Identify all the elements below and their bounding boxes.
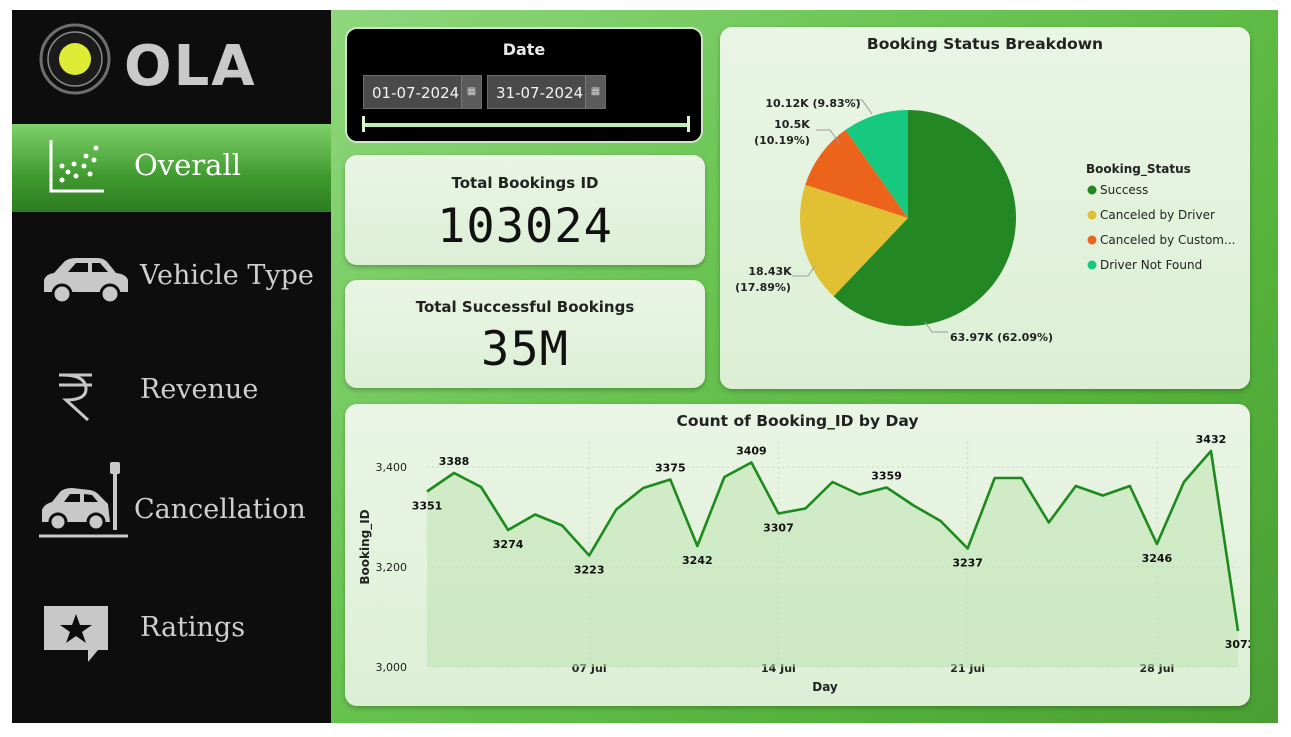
kpi-successful-bookings: Total Successful Bookings 35M xyxy=(345,280,705,388)
nav-overall[interactable]: Overall xyxy=(12,124,331,212)
date-filter-title: Date xyxy=(502,40,546,59)
y-tick-label: 3,400 xyxy=(376,461,408,474)
nav-overall-label: Overall xyxy=(134,148,242,182)
legend-label: Canceled by Custom... xyxy=(1100,233,1235,247)
kpi-successful-title: Total Successful Bookings xyxy=(415,298,635,316)
nav-revenue-label: Revenue xyxy=(140,374,259,405)
dashboard-frame: OLA Overall Vehicle Type Revenue Cancell… xyxy=(12,10,1278,723)
nav-cancellation-label: Cancellation xyxy=(134,494,306,525)
data-label: 3274 xyxy=(493,538,524,551)
data-label: 3359 xyxy=(871,470,902,483)
nav-vehicle-type-label: Vehicle Type xyxy=(140,260,314,291)
legend-marker xyxy=(1087,260,1097,270)
data-label: 3388 xyxy=(439,455,470,468)
calendar-icon[interactable]: ▦ xyxy=(461,76,481,108)
scatter-chart-icon xyxy=(49,140,104,193)
kpi-successful-value: 35M xyxy=(481,322,569,377)
y-tick-label: 3,200 xyxy=(376,561,408,574)
y-tick-label: 3,000 xyxy=(376,661,408,674)
legend-title: Booking_Status xyxy=(1086,162,1191,177)
legend-marker xyxy=(1087,210,1097,220)
date-filter: Date 01-07-2024 ▦ 31-07-2024 ▦ xyxy=(345,27,703,143)
pie-label-customer-pct: (10.19%) xyxy=(754,134,810,147)
main-area: Date 01-07-2024 ▦ 31-07-2024 ▦ Total Boo… xyxy=(331,10,1278,723)
pie-label-success: 63.97K (62.09%) xyxy=(950,331,1053,344)
ola-logo-icon xyxy=(39,23,111,95)
star-rating-icon xyxy=(44,606,108,662)
legend-item-success[interactable]: Success xyxy=(1087,183,1149,197)
nav-revenue[interactable]: Revenue xyxy=(12,346,331,434)
brand-name: OLA xyxy=(124,34,257,99)
legend-item-canceled-driver[interactable]: Canceled by Driver xyxy=(1087,208,1215,222)
legend-label: Success xyxy=(1100,183,1148,197)
legend-label: Driver Not Found xyxy=(1100,258,1202,272)
booking-by-day-card: Count of Booking_ID by Day 3,000 3,200 3,4… xyxy=(345,404,1250,706)
end-date-value: 31-07-2024 xyxy=(496,84,584,102)
booking-status-card: Booking Status Breakdown 63.97K (62.09%)… xyxy=(720,27,1250,389)
nav-cancellation[interactable]: Cancellation xyxy=(12,456,331,544)
car-crash-icon xyxy=(39,462,128,538)
data-label: 3237 xyxy=(952,557,983,570)
data-label: 3351 xyxy=(412,500,443,513)
kpi-total-bookings-title: Total Bookings ID xyxy=(451,174,599,192)
start-date-input[interactable]: 01-07-2024 ▦ xyxy=(363,75,482,109)
line-chart: 3,0003,2003,400 07 Jul 14 Jul 21 Jul 28 Jul… xyxy=(358,433,1250,694)
brand-logo: OLA xyxy=(38,22,288,102)
slider-end-handle[interactable] xyxy=(687,116,690,132)
data-label: 3223 xyxy=(574,564,605,577)
data-label: 3409 xyxy=(736,445,767,458)
y-axis-label: Booking_ID xyxy=(358,509,373,584)
data-label: 3246 xyxy=(1142,552,1173,565)
legend-marker xyxy=(1087,185,1097,195)
kpi-total-bookings: Total Bookings ID 103024 xyxy=(345,155,705,265)
date-range-slider[interactable] xyxy=(363,123,688,127)
legend-marker xyxy=(1087,235,1097,245)
data-label: 3375 xyxy=(655,462,686,475)
legend-label: Canceled by Driver xyxy=(1100,208,1215,222)
pie-label-customer-value: 10.5K xyxy=(774,118,810,131)
legend-item-driver-not-found[interactable]: Driver Not Found xyxy=(1087,258,1203,272)
pie-label-driver-pct: (17.89%) xyxy=(735,281,791,294)
kpi-total-bookings-value: 103024 xyxy=(437,199,613,254)
pie-label-notfound: 10.12K (9.83%) xyxy=(765,97,860,110)
end-date-input[interactable]: 31-07-2024 ▦ xyxy=(487,75,606,109)
nav-ratings-label: Ratings xyxy=(140,612,246,643)
nav-vehicle-type[interactable]: Vehicle Type xyxy=(12,234,331,322)
data-label: 3072 xyxy=(1225,638,1250,651)
car-icon xyxy=(44,258,128,305)
sidebar: OLA Overall Vehicle Type Revenue Cancell… xyxy=(12,10,331,723)
nav-ratings[interactable]: Ratings xyxy=(12,590,331,678)
legend-item-canceled-customer[interactable]: Canceled by Custom... xyxy=(1087,233,1236,247)
pie-label-driver-value: 18.43K xyxy=(748,265,792,278)
pie-chart: 63.97K (62.09%) 18.43K (17.89%) 10.5K (1… xyxy=(735,97,1236,344)
slider-start-handle[interactable] xyxy=(362,116,365,132)
start-date-value: 01-07-2024 xyxy=(372,84,460,102)
x-axis-label: Day xyxy=(812,680,838,694)
calendar-icon[interactable]: ▦ xyxy=(585,76,605,108)
data-label: 3307 xyxy=(763,522,794,535)
leader-line xyxy=(792,265,816,277)
rupee-icon xyxy=(59,373,92,422)
data-label: 3432 xyxy=(1196,433,1227,446)
data-label: 3242 xyxy=(682,554,713,567)
